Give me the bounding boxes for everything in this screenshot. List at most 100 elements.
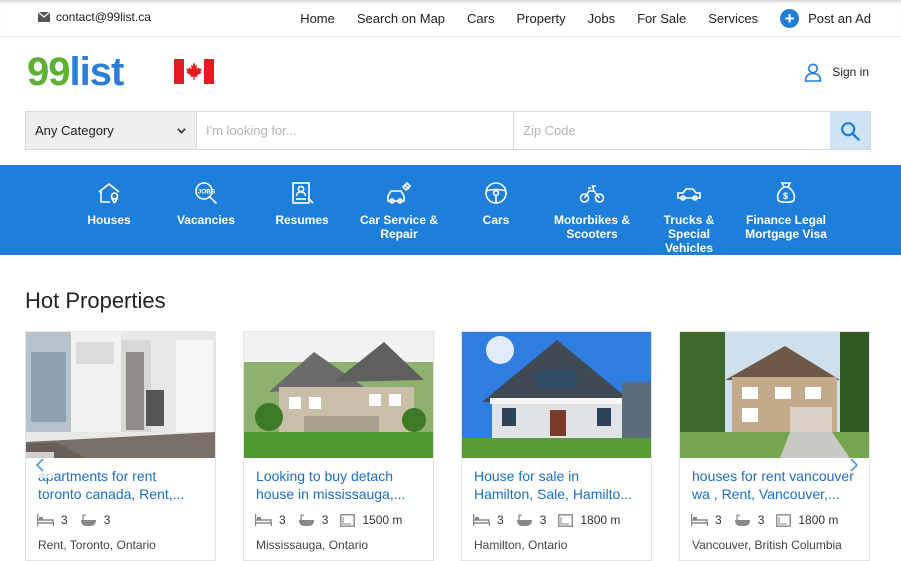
property-location: Mississauga, Ontario xyxy=(256,538,369,552)
area-icon xyxy=(558,513,574,527)
nav-home[interactable]: Home xyxy=(300,11,335,26)
baths-count: 3 xyxy=(103,513,111,527)
post-ad-button[interactable]: + Post an Ad xyxy=(780,9,871,28)
property-card[interactable]: Looking to buy detach house in mississau… xyxy=(243,331,434,561)
top-nav: Home Search on Map Cars Property Jobs Fo… xyxy=(300,9,871,28)
category-label: Houses xyxy=(87,213,131,227)
category-label: Cars xyxy=(482,213,510,227)
area-value: 1800 m xyxy=(580,513,621,527)
category-vacancies[interactable]: JOBS Vacancies xyxy=(160,165,252,227)
chevron-right-icon xyxy=(850,458,859,472)
category-trucks[interactable]: Trucks & Special Vehicles xyxy=(643,165,735,255)
baths-count: 3 xyxy=(539,513,547,527)
bed-icon xyxy=(255,514,272,526)
jobs-search-icon: JOBS xyxy=(195,182,218,205)
envelope-icon xyxy=(38,12,50,22)
beds-stat: 3 xyxy=(37,513,68,527)
category-label: Resumes xyxy=(275,213,329,227)
category-houses[interactable]: Houses xyxy=(63,165,155,227)
property-photo xyxy=(680,332,869,458)
property-stats: 3 3 xyxy=(37,513,122,527)
post-ad-label: Post an Ad xyxy=(808,11,871,26)
steering-wheel-icon xyxy=(485,182,507,204)
category-label: Vacancies xyxy=(176,213,236,227)
svg-text:JOBS: JOBS xyxy=(198,189,216,196)
zip-code-input[interactable] xyxy=(514,112,830,149)
property-title-link[interactable]: Looking to buy detach house in mississau… xyxy=(256,467,426,503)
bathtub-icon xyxy=(734,513,750,526)
area-stat: 1800 m xyxy=(776,513,838,527)
search-bar: Any Category xyxy=(25,111,871,150)
plus-icon: + xyxy=(780,9,800,28)
logo-number: 99 xyxy=(27,50,70,94)
property-title-link[interactable]: houses for rent vancouver wa , Rent, Van… xyxy=(692,467,862,503)
property-stats: 3 3 1800 m xyxy=(691,513,850,527)
property-card[interactable]: House for sale in Hamilton, Sale, Hamilt… xyxy=(461,331,652,561)
area-icon xyxy=(340,513,356,527)
logo-word: list xyxy=(69,50,125,94)
nav-property[interactable]: Property xyxy=(517,11,566,26)
chevron-down-icon xyxy=(177,127,186,134)
category-band: Houses JOBS Vacancies Resumes Car Servic… xyxy=(0,165,901,255)
category-finance[interactable]: $ Finance Legal Mortgage Visa xyxy=(740,165,832,241)
property-location: Rent, Toronto, Ontario xyxy=(38,538,156,552)
baths-stat: 3 xyxy=(80,513,111,527)
property-title-line: Looking to buy detach xyxy=(256,468,393,484)
money-bag-icon: $ xyxy=(776,182,796,204)
canada-flag-icon xyxy=(174,59,214,84)
property-card[interactable]: apartments for rent toronto canada, Rent… xyxy=(25,331,216,561)
property-title-line: houses for rent vancouver xyxy=(692,468,854,484)
baths-stat: 3 xyxy=(734,513,765,527)
property-title-link[interactable]: House for sale in Hamilton, Sale, Hamilt… xyxy=(474,467,644,503)
area-value: 1500 m xyxy=(362,513,403,527)
search-button[interactable] xyxy=(830,112,870,149)
property-photo xyxy=(244,332,433,458)
car-service-icon xyxy=(387,181,412,204)
property-location: Hamilton, Ontario xyxy=(474,538,568,552)
beds-stat: 3 xyxy=(255,513,286,527)
property-title-line: wa , Rent, Vancouver,... xyxy=(692,486,840,502)
beds-count: 3 xyxy=(715,513,722,527)
top-bar: contact@99list.ca Home Search on Map Car… xyxy=(0,0,901,37)
bed-icon xyxy=(37,514,54,526)
signin-link[interactable]: Sign in xyxy=(803,62,869,82)
property-title-line: house in mississauga,... xyxy=(256,486,406,502)
baths-stat: 3 xyxy=(516,513,547,527)
property-stats: 3 3 1800 m xyxy=(473,513,632,527)
category-motorbikes[interactable]: Motorbikes & Scooters xyxy=(546,165,638,241)
contact-email-text: contact@99list.ca xyxy=(56,10,151,24)
carousel-next-button[interactable] xyxy=(840,452,868,478)
property-title-link[interactable]: apartments for rent toronto canada, Rent… xyxy=(38,467,208,503)
category-select[interactable]: Any Category xyxy=(26,112,197,149)
property-title-line: apartments for rent xyxy=(38,468,157,484)
resume-icon xyxy=(292,182,314,204)
property-stats: 3 3 1500 m xyxy=(255,513,414,527)
category-resumes[interactable]: Resumes xyxy=(256,165,348,227)
nav-cars[interactable]: Cars xyxy=(467,11,494,26)
area-icon xyxy=(776,513,792,527)
bathtub-icon xyxy=(298,513,314,526)
property-title-line: toronto canada, Rent,... xyxy=(38,486,185,502)
nav-jobs[interactable]: Jobs xyxy=(588,11,615,26)
property-title-line: Hamilton, Sale, Hamilto... xyxy=(474,486,632,502)
bed-icon xyxy=(691,514,708,526)
section-title: Hot Properties xyxy=(25,288,166,313)
site-logo[interactable]: 99list xyxy=(27,50,125,94)
category-select-value: Any Category xyxy=(35,123,114,138)
property-card[interactable]: houses for rent vancouver wa , Rent, Van… xyxy=(679,331,870,561)
bed-icon xyxy=(473,514,490,526)
category-cars[interactable]: Cars xyxy=(450,165,542,227)
nav-services[interactable]: Services xyxy=(708,11,758,26)
carousel-prev-button[interactable] xyxy=(26,452,54,478)
property-photo xyxy=(26,332,215,458)
svg-text:$: $ xyxy=(783,191,788,201)
contact-email[interactable]: contact@99list.ca xyxy=(38,10,151,24)
nav-for-sale[interactable]: For Sale xyxy=(637,11,686,26)
category-label: Car Service & Repair xyxy=(359,213,439,241)
search-input[interactable] xyxy=(197,112,514,149)
nav-search-on-map[interactable]: Search on Map xyxy=(357,11,445,26)
baths-count: 3 xyxy=(757,513,765,527)
category-car-service[interactable]: Car Service & Repair xyxy=(353,165,445,241)
chevron-left-icon xyxy=(35,458,44,472)
bathtub-icon xyxy=(516,513,532,526)
